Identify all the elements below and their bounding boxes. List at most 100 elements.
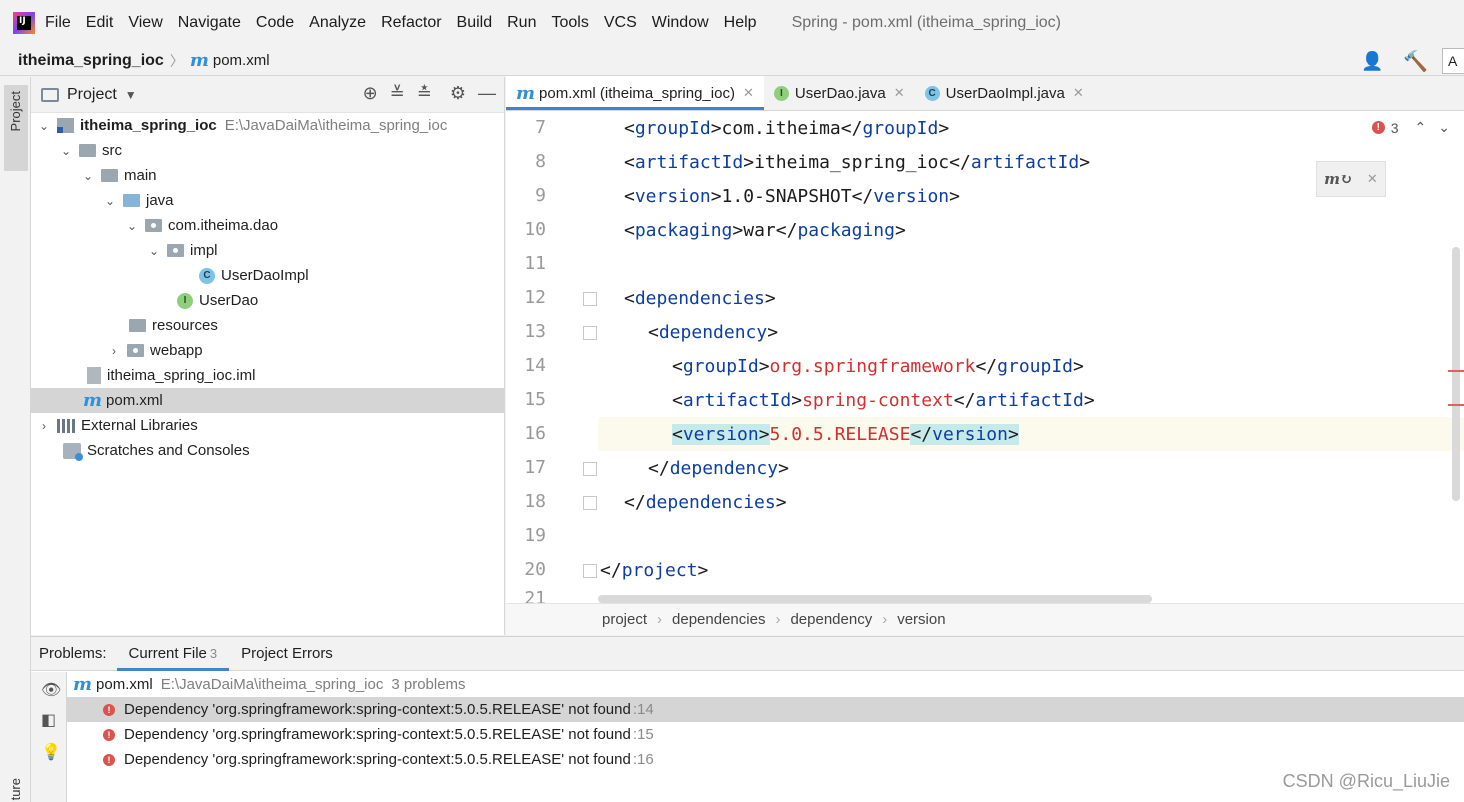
tab-pom-xml[interactable]: m pom.xml (itheima_spring_ioc) ✕	[506, 76, 764, 110]
fold-marker-icon[interactable]	[583, 496, 597, 510]
chevron-right-icon: ›	[882, 611, 888, 628]
chevron-down-icon[interactable]: ⌄	[125, 219, 139, 233]
tree-item-label: UserDao	[199, 292, 259, 309]
window-title: Spring - pom.xml (itheima_spring_ioc)	[791, 14, 1061, 31]
nav-crumb-file[interactable]: pom.xml	[213, 52, 270, 69]
package-icon	[145, 219, 162, 232]
structure-tool-tab[interactable]: ture	[8, 778, 23, 800]
tree-item-scratches[interactable]: Scratches and Consoles	[31, 438, 504, 463]
breadcrumb-project[interactable]: project	[602, 611, 647, 628]
project-tool-tab[interactable]: Project	[4, 85, 28, 171]
tree-item-label: src	[102, 142, 122, 159]
chevron-down-icon[interactable]: ⌄	[147, 244, 161, 258]
menu-analyze[interactable]: Analyze	[309, 14, 366, 32]
project-tree: ⌄ itheima_spring_ioc E:\JavaDaiMa\itheim…	[31, 113, 504, 463]
tab-userdaoimpl-java[interactable]: C UserDaoImpl.java ✕	[915, 76, 1094, 110]
collapse-all-icon[interactable]: ≛	[417, 83, 432, 104]
close-icon[interactable]: ✕	[1073, 85, 1084, 101]
maven-file-icon: m	[73, 674, 93, 695]
code-line: < dependency >	[648, 321, 779, 343]
expand-all-icon[interactable]: ≚	[390, 83, 405, 104]
chevron-down-icon[interactable]: ⌄	[1438, 119, 1450, 136]
run-config-button[interactable]: A	[1442, 48, 1464, 74]
problem-item[interactable]: ! Dependency 'org.springframework:spring…	[67, 747, 1464, 772]
problem-line: :14	[632, 701, 654, 718]
horizontal-scrollbar[interactable]	[598, 595, 1152, 603]
error-stripe-mark[interactable]	[1448, 404, 1464, 406]
user-account-icon[interactable]: 👤▾	[1361, 51, 1387, 92]
tab-project-errors[interactable]: Project Errors	[229, 637, 345, 671]
tab-current-file[interactable]: Current File 3	[116, 637, 230, 671]
tree-item-label: main	[124, 167, 157, 184]
close-icon[interactable]: ✕	[1367, 171, 1378, 187]
tab-userdao-java[interactable]: I UserDao.java ✕	[764, 76, 915, 110]
menu-build[interactable]: Build	[457, 14, 493, 32]
tree-item-userdao[interactable]: I UserDao	[31, 288, 504, 313]
maven-reload-icon[interactable]: m↻	[1324, 170, 1352, 188]
maven-reload-popup[interactable]: m↻ ✕	[1316, 161, 1386, 197]
resources-folder-icon	[129, 319, 146, 332]
fold-marker-icon[interactable]	[583, 462, 597, 476]
menu-file[interactable]: File	[45, 14, 71, 32]
tree-item-pom[interactable]: m pom.xml	[31, 388, 504, 413]
problem-list: m pom.xml E:\JavaDaiMa\itheima_spring_io…	[67, 672, 1464, 802]
chevron-right-icon[interactable]: ›	[37, 419, 51, 433]
menu-view[interactable]: View	[128, 14, 162, 32]
close-icon[interactable]: ✕	[743, 85, 754, 101]
menu-run[interactable]: Run	[507, 14, 536, 32]
fold-marker-icon[interactable]	[583, 564, 597, 578]
error-stripe-mark[interactable]	[1448, 370, 1464, 372]
problem-item[interactable]: ! Dependency 'org.springframework:spring…	[67, 697, 1464, 722]
menu-vcs[interactable]: VCS	[604, 14, 637, 32]
chevron-down-icon[interactable]: ⌄	[59, 144, 73, 158]
nav-crumb-project[interactable]: itheima_spring_ioc	[18, 52, 164, 70]
tree-item-src[interactable]: ⌄ src	[31, 138, 504, 163]
chevron-up-icon[interactable]: ⌃	[1415, 119, 1427, 136]
vertical-scrollbar[interactable]	[1452, 247, 1460, 501]
breadcrumb-version[interactable]: version	[897, 611, 945, 628]
chevron-right-icon[interactable]: ›	[107, 344, 121, 358]
tree-item-module[interactable]: ⌄ itheima_spring_ioc E:\JavaDaiMa\itheim…	[31, 113, 504, 138]
build-hammer-icon[interactable]: 🔨	[1403, 49, 1428, 74]
close-icon[interactable]: ✕	[894, 85, 905, 101]
project-panel-title[interactable]: Project	[67, 86, 117, 104]
tree-item-webapp[interactable]: › webapp	[31, 338, 504, 363]
menu-edit[interactable]: Edit	[86, 14, 114, 32]
error-indicator[interactable]: ! 3 ⌃ ⌄	[1371, 119, 1450, 136]
problem-item[interactable]: ! Dependency 'org.springframework:spring…	[67, 722, 1464, 747]
menu-help[interactable]: Help	[724, 14, 757, 32]
tree-item-package-impl[interactable]: ⌄ impl	[31, 238, 504, 263]
locate-target-icon[interactable]: ⊕	[363, 83, 378, 104]
fold-marker-icon[interactable]	[583, 292, 597, 306]
chevron-down-icon[interactable]: ⌄	[81, 169, 95, 183]
line-number: 20	[524, 559, 546, 580]
problem-file-row[interactable]: m pom.xml E:\JavaDaiMa\itheima_spring_io…	[67, 672, 1464, 697]
lightbulb-icon[interactable]: 💡	[41, 742, 61, 761]
code-line: < groupId > org.springframework </groupId >	[672, 355, 1084, 377]
tree-item-main[interactable]: ⌄ main	[31, 163, 504, 188]
tree-item-package-dao[interactable]: ⌄ com.itheima.dao	[31, 213, 504, 238]
menu-code[interactable]: Code	[256, 14, 294, 32]
breadcrumb-dependency[interactable]: dependency	[790, 611, 872, 628]
tree-item-resources[interactable]: resources	[31, 313, 504, 338]
tree-item-external-libraries[interactable]: › External Libraries	[31, 413, 504, 438]
breadcrumb-dependencies[interactable]: dependencies	[672, 611, 765, 628]
menu-tools[interactable]: Tools	[551, 14, 588, 32]
package-icon	[167, 244, 184, 257]
gear-icon[interactable]: ⚙	[450, 83, 466, 104]
maven-file-icon: m	[189, 50, 209, 71]
tree-item-iml[interactable]: itheima_spring_ioc.iml	[31, 363, 504, 388]
chevron-down-icon[interactable]: ▼	[125, 88, 137, 102]
eye-icon[interactable]: 👁	[41, 680, 61, 699]
menu-refactor[interactable]: Refactor	[381, 14, 441, 32]
chevron-down-icon[interactable]: ⌄	[103, 194, 117, 208]
hide-panel-icon[interactable]: —	[478, 83, 496, 104]
menu-window[interactable]: Window	[652, 14, 709, 32]
menu-navigate[interactable]: Navigate	[178, 14, 241, 32]
chevron-down-icon[interactable]: ⌄	[37, 119, 51, 133]
tree-item-java[interactable]: ⌄ java	[31, 188, 504, 213]
folder-icon	[79, 144, 96, 157]
fold-marker-icon[interactable]	[583, 326, 597, 340]
tree-item-userdaoimpl[interactable]: C UserDaoImpl	[31, 263, 504, 288]
preview-pane-icon[interactable]: ◧	[41, 710, 59, 729]
